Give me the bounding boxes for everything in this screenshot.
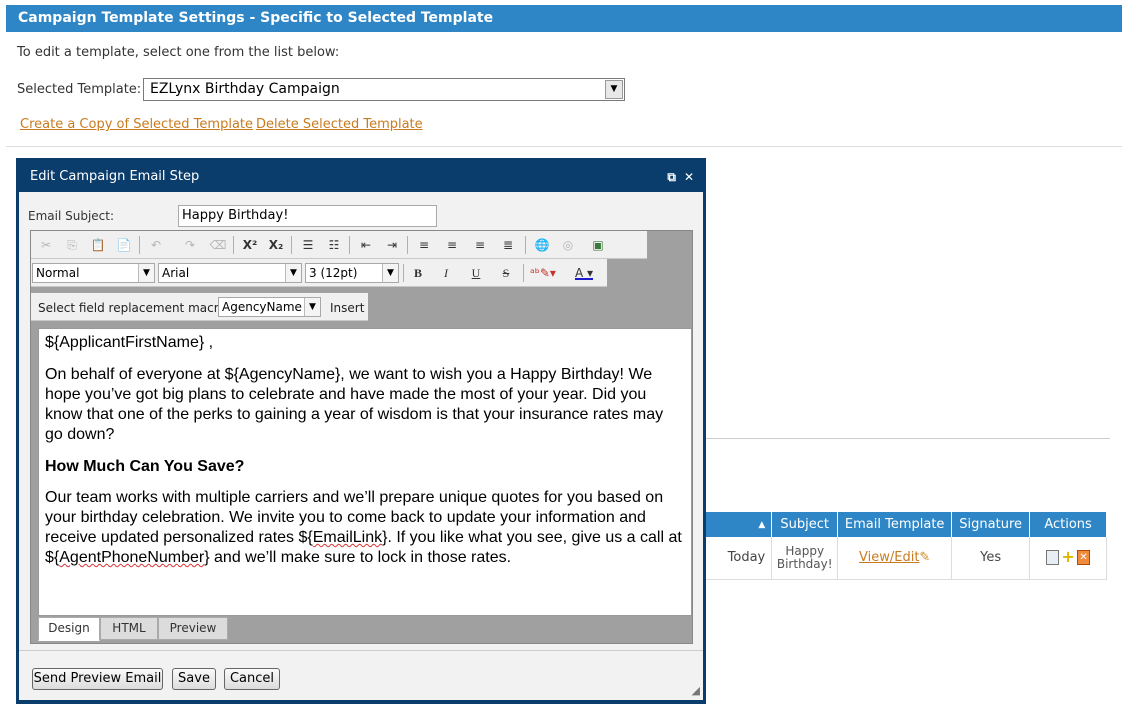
resize-handle-icon[interactable]: ◢ [688, 685, 700, 697]
tab-html[interactable]: HTML [100, 617, 158, 640]
restore-icon[interactable]: ⧉ [667, 170, 676, 184]
macro-insert-button[interactable]: Insert [330, 301, 364, 315]
justify-icon[interactable]: ≣ [497, 234, 519, 256]
macro-select[interactable]: AgencyName ▼ [218, 297, 321, 317]
undo-icon[interactable]: ↶ [145, 234, 167, 256]
bold-icon[interactable]: B [407, 262, 429, 284]
superscript-icon[interactable]: X² [239, 234, 261, 256]
format-painter-icon[interactable]: ⌫ [207, 234, 229, 256]
outdent-icon[interactable]: ⇤ [355, 234, 377, 256]
paragraph-1: On behalf of everyone at ${AgencyName}, … [45, 366, 664, 443]
edit-email-step-dialog: Edit Campaign Email Step ⧉ ✕ Email Subjec… [16, 158, 706, 704]
paragraph-2: Our team works with multiple carriers an… [45, 489, 682, 566]
format-select[interactable]: Normal ▼ [32, 263, 155, 283]
column-header-subject[interactable]: Subject [771, 512, 839, 537]
chevron-down-icon: ▼ [138, 264, 154, 282]
cut-icon[interactable]: ✂ [35, 234, 57, 256]
greeting-text: ${ApplicantFirstName} , [45, 334, 214, 351]
redo-icon[interactable]: ↷ [179, 234, 201, 256]
close-icon[interactable]: ✕ [684, 170, 694, 184]
tab-design[interactable]: Design [38, 617, 100, 641]
strikethrough-icon[interactable]: S [495, 262, 517, 284]
editor-toolbar-1: ✂ ⎘ 📋 📄 ↶ ↷ ⌫ X² X₂ ☰ ☷ ⇤ ⇥ ≡ ≡ ≡ ≣ 🌐 ◎ … [31, 231, 647, 259]
dialog-titlebar[interactable]: Edit Campaign Email Step ⧉ ✕ [16, 158, 706, 192]
send-preview-email-button[interactable]: Send Preview Email [32, 668, 163, 690]
selected-template-label: Selected Template: [17, 82, 142, 97]
cancel-button[interactable]: Cancel [224, 668, 280, 690]
row-signature: Yes [951, 537, 1031, 580]
chevron-down-icon[interactable]: ▼ [605, 80, 623, 99]
chevron-down-icon: ▼ [382, 264, 398, 282]
row-actions: + ✕ [1029, 537, 1107, 580]
subscript-icon[interactable]: X₂ [265, 234, 287, 256]
page-title: Campaign Template Settings - Specific to… [18, 10, 494, 26]
copy-icon[interactable] [1046, 550, 1060, 566]
remove-link-icon[interactable]: ◎ [557, 234, 579, 256]
macro-label: Select field replacement macro: [38, 301, 230, 315]
page-header: Campaign Template Settings - Specific to… [6, 5, 1122, 32]
underline-icon[interactable]: U [465, 262, 487, 284]
macro-toolbar: Select field replacement macro: AgencyNa… [31, 293, 368, 321]
campaign-steps-table: ▲ Subject Email Template Signature Actio… [705, 512, 1107, 580]
dialog-title: Edit Campaign Email Step [30, 169, 200, 184]
content-heading: How Much Can You Save? [45, 458, 245, 475]
bulleted-list-icon[interactable]: ☷ [323, 234, 345, 256]
highlight-color-icon[interactable]: ᵃᵇ✎▾ [527, 262, 559, 284]
font-size-select[interactable]: 3 (12pt) ▼ [305, 263, 399, 283]
editor-content[interactable]: ${ApplicantFirstName} , On behalf of eve… [38, 328, 692, 616]
align-center-icon[interactable]: ≡ [441, 234, 463, 256]
align-right-icon[interactable]: ≡ [469, 234, 491, 256]
divider [6, 146, 1122, 147]
chevron-down-icon: ▼ [304, 298, 320, 316]
italic-icon[interactable]: I [435, 262, 457, 284]
intro-text: To edit a template, select one from the … [17, 45, 340, 60]
copy-icon[interactable]: ⎘ [61, 234, 83, 256]
align-left-icon[interactable]: ≡ [413, 234, 435, 256]
column-header-email-template[interactable]: Email Template [837, 512, 953, 537]
delete-icon[interactable]: ✕ [1077, 550, 1091, 566]
indent-icon[interactable]: ⇥ [381, 234, 403, 256]
insert-image-icon[interactable]: ▣ [587, 234, 609, 256]
dialog-body: Email Subject: Happy Birthday! ✂ ⎘ 📋 📄 ↶… [19, 192, 703, 700]
template-select[interactable]: EZLynx Birthday Campaign ▼ [143, 78, 625, 101]
paste-icon[interactable]: 📋 [87, 234, 109, 256]
editor-toolbar-2: Normal ▼ Arial ▼ 3 (12pt) ▼ B I U S ᵃᵇ✎▾ A … [31, 259, 607, 287]
table-row: Today Happy Birthday! View/Edit✎ Yes + ✕ [705, 537, 1107, 580]
view-edit-link[interactable]: View/Edit [859, 550, 919, 565]
paste-plain-icon[interactable]: 📄 [113, 234, 135, 256]
email-subject-input[interactable]: Happy Birthday! [178, 205, 437, 227]
column-header-signature[interactable]: Signature [951, 512, 1031, 537]
delete-template-link[interactable]: Delete Selected Template [256, 117, 423, 132]
save-button[interactable]: Save [172, 668, 216, 690]
pencil-icon[interactable]: ✎ [919, 550, 930, 565]
row-date: Today [705, 537, 773, 580]
rich-text-editor: ✂ ⎘ 📋 📄 ↶ ↷ ⌫ X² X₂ ☰ ☷ ⇤ ⇥ ≡ ≡ ≡ ≣ 🌐 ◎ … [30, 230, 693, 644]
row-template-cell: View/Edit✎ [837, 537, 953, 580]
column-header-actions: Actions [1029, 512, 1107, 537]
divider [705, 438, 1110, 439]
email-subject-label: Email Subject: [28, 209, 115, 223]
font-color-icon[interactable]: A ▾ [567, 262, 601, 284]
font-select[interactable]: Arial ▼ [158, 263, 302, 283]
insert-link-icon[interactable]: 🌐 [531, 234, 553, 256]
numbered-list-icon[interactable]: ☰ [297, 234, 319, 256]
chevron-down-icon: ▼ [285, 264, 301, 282]
tab-preview[interactable]: Preview [158, 617, 228, 640]
add-icon[interactable]: + [1061, 549, 1075, 565]
sort-up-icon[interactable]: ▲ [705, 512, 773, 537]
copy-template-link[interactable]: Create a Copy of Selected Template [20, 117, 253, 132]
divider [19, 650, 703, 651]
row-subject: Happy Birthday! [771, 537, 839, 580]
